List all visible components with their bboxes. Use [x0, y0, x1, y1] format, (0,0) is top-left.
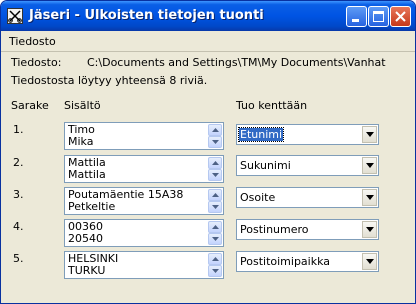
minimize-button[interactable]: [346, 6, 367, 27]
field-select[interactable]: Etunimi: [236, 124, 379, 145]
dropdown-button[interactable]: [362, 221, 377, 238]
dropdown-button[interactable]: [362, 126, 377, 143]
scroll-up-arrow-icon: [212, 193, 219, 197]
content-listbox[interactable]: Timo Mika: [64, 122, 224, 150]
scroll-down-button[interactable]: [208, 201, 222, 213]
scroll-down-button[interactable]: [208, 169, 222, 181]
column-header-target: Tuo kenttään: [236, 99, 308, 112]
list-item[interactable]: Petkeltie: [68, 201, 115, 213]
column-header-content: Sisältö: [64, 99, 101, 112]
field-select-value: Osoite: [240, 191, 276, 204]
content-listbox[interactable]: Poutamäentie 15A38 Petkeltie: [64, 187, 224, 215]
minimize-icon: [352, 19, 359, 22]
scroll-down-arrow-icon: [212, 205, 219, 209]
scroll-down-arrow-icon: [212, 140, 219, 144]
field-select[interactable]: Osoite: [236, 187, 379, 208]
file-label: Tiedosto:: [11, 56, 62, 69]
dropdown-arrow-icon: [366, 227, 374, 232]
content-listbox[interactable]: Mattila Mattila: [64, 155, 224, 183]
dropdown-arrow-icon: [366, 259, 374, 264]
row-number: 4.: [13, 220, 24, 233]
scroll-down-arrow-icon: [212, 269, 219, 273]
field-select-value: Etunimi: [237, 127, 285, 142]
import-dialog-window: Jäseri - Ulkoisten tietojen tuonti Tiedo…: [0, 0, 416, 304]
scroll-up-arrow-icon: [212, 225, 219, 229]
list-item[interactable]: TURKU: [68, 265, 105, 277]
dropdown-arrow-icon: [366, 195, 374, 200]
scroll-down-button[interactable]: [208, 233, 222, 245]
content-listbox[interactable]: 00360 20540: [64, 219, 224, 247]
scroll-up-arrow-icon: [212, 257, 219, 261]
scroll-down-button[interactable]: [208, 265, 222, 277]
list-item[interactable]: Mika: [68, 136, 93, 148]
field-select-value: Postitoimipaikka: [240, 255, 331, 268]
dropdown-button[interactable]: [362, 157, 377, 174]
scroll-up-arrow-icon: [212, 161, 219, 165]
title-bar[interactable]: Jäseri - Ulkoisten tietojen tuonti: [1, 1, 415, 31]
field-select-value: Sukunimi: [240, 159, 291, 172]
scroll-down-button[interactable]: [208, 136, 222, 148]
field-select[interactable]: Sukunimi: [236, 155, 379, 176]
scissors-icon: [7, 8, 23, 24]
row-count-summary: Tiedostosta löytyy yhteensä 8 riviä.: [11, 74, 208, 87]
field-select-value: Postinumero: [240, 223, 309, 236]
scroll-down-arrow-icon: [212, 237, 219, 241]
row-number: 5.: [13, 252, 24, 265]
dropdown-arrow-icon: [366, 132, 374, 137]
content-listbox[interactable]: HELSINKI TURKU: [64, 251, 224, 279]
row-number: 3.: [13, 188, 24, 201]
list-item[interactable]: Mattila: [68, 169, 106, 181]
menu-file[interactable]: Tiedosto: [9, 35, 56, 48]
scroll-down-arrow-icon: [212, 173, 219, 177]
scroll-up-button[interactable]: [208, 221, 222, 233]
close-icon: [395, 11, 406, 22]
scroll-up-button[interactable]: [208, 157, 222, 169]
scroll-up-button[interactable]: [208, 253, 222, 265]
window-title: Jäseri - Ulkoisten tietojen tuonti: [29, 8, 264, 23]
dropdown-button[interactable]: [362, 253, 377, 270]
file-path: C:\Documents and Settings\TM\My Document…: [87, 56, 386, 69]
dropdown-button[interactable]: [362, 189, 377, 206]
close-button[interactable]: [390, 6, 411, 27]
dropdown-arrow-icon: [366, 163, 374, 168]
field-select[interactable]: Postinumero: [236, 219, 379, 240]
list-item[interactable]: 20540: [68, 233, 103, 245]
row-number: 2.: [13, 156, 24, 169]
row-number: 1.: [13, 123, 24, 136]
scroll-up-button[interactable]: [208, 189, 222, 201]
field-select[interactable]: Postitoimipaikka: [236, 251, 379, 272]
maximize-icon: [373, 11, 384, 22]
scroll-up-arrow-icon: [212, 128, 219, 132]
column-header-sarake: Sarake: [11, 99, 49, 112]
scroll-up-button[interactable]: [208, 124, 222, 136]
menu-bar: Tiedosto: [1, 31, 415, 52]
maximize-button[interactable]: [368, 6, 389, 27]
